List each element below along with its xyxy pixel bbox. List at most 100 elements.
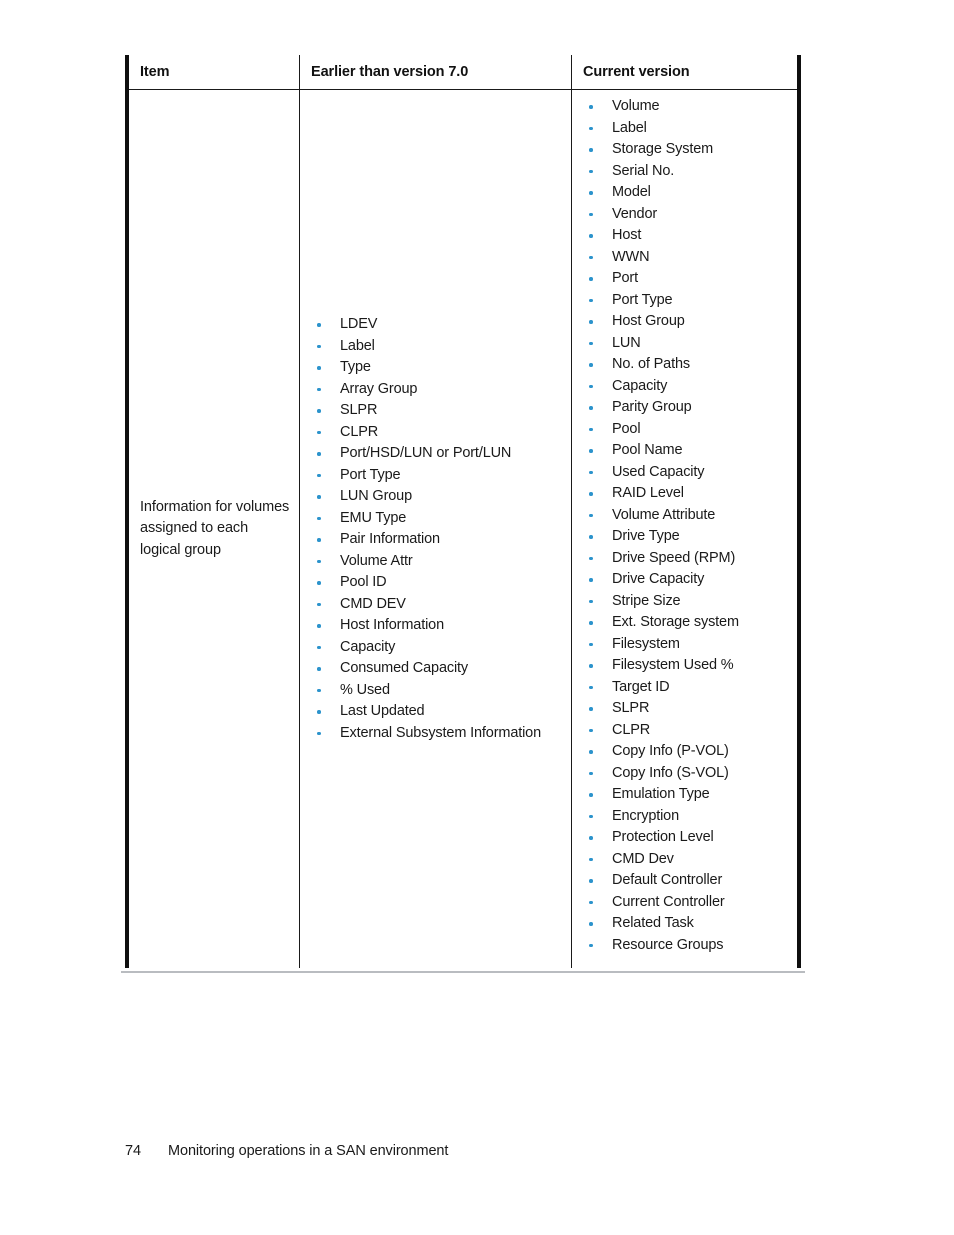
list-item: Host Group [583,311,789,333]
list-item: Port Type [311,465,563,487]
list-item: Drive Type [583,526,789,548]
list-item: SLPR [583,698,789,720]
current-item-label: Host [612,227,642,243]
earlier-item-label: Label [340,337,375,354]
current-item-label: Storage System [612,141,714,157]
table-cell-current-version-list: Volume Label Storage System Serial No. Model… [571,90,797,968]
current-item-label: Pool [612,420,641,437]
bullet-icon [589,341,593,345]
list-item: Related Task [583,913,789,935]
bullet-icon [317,452,321,456]
list-item: LDEV [311,314,563,336]
current-item-label: Copy Info (P-VOL) [612,743,729,759]
bullet-icon [317,430,321,434]
earlier-item-label: CMD DEV [340,595,406,612]
list-item: Host Information [311,615,563,637]
current-item-label: SLPR [612,700,650,716]
current-item-label: Filesystem Used % [612,657,734,673]
earlier-version-bullet-list: LDEV Label Type Array Group SLPR CLPR Port/HSD… [311,314,563,744]
column-header-current-version: Current version [583,64,690,80]
list-item: Type [311,357,563,379]
bullet-icon [317,344,321,348]
current-item-label: Serial No. [612,162,675,179]
list-item: Ext. Storage system [583,612,789,634]
list-item: Vendor [583,204,789,226]
earlier-item-label: Consumed Capacity [340,660,469,676]
list-item: Label [311,336,563,358]
list-item: Drive Capacity [583,569,789,591]
current-item-label: Stripe Size [612,592,681,609]
bullet-icon [317,473,321,477]
list-item: WWN [583,247,789,269]
list-item: Model [583,182,789,204]
bullet-icon [589,922,593,926]
earlier-item-label: Host Information [340,617,444,633]
list-item: CLPR [583,720,789,742]
list-item: Copy Info (S-VOL) [583,763,789,785]
list-item: Consumed Capacity [311,658,563,680]
column-header-earlier-version: Earlier than version 7.0 [311,64,469,80]
current-item-label: Target ID [612,678,670,695]
earlier-item-label: LUN Group [340,488,412,504]
list-item: Used Capacity [583,462,789,484]
list-item: Parity Group [583,397,789,419]
bullet-icon [317,667,321,671]
bullet-icon [589,836,593,840]
list-item: Volume Attr [311,551,563,573]
earlier-item-label: External Subsystem Information [340,724,542,741]
bullet-icon [317,538,321,542]
earlier-item-label: CLPR [340,423,379,440]
current-item-label: Used Capacity [612,463,705,480]
bullet-icon [589,707,593,711]
current-item-label: Protection Level [612,829,714,845]
bullet-icon [317,624,321,628]
bullet-icon [589,664,593,668]
list-item: CMD Dev [583,849,789,871]
list-item: LUN Group [311,486,563,508]
list-item: Drive Speed (RPM) [583,548,789,570]
list-item: Volume Attribute [583,505,789,527]
list-item: Label [583,118,789,140]
table-header-cell-item: Item [129,55,299,89]
current-item-label: RAID Level [612,485,684,501]
current-item-label: Drive Type [612,528,680,544]
list-item: RAID Level [583,483,789,505]
bullet-icon [317,602,321,606]
list-item: Host [583,225,789,247]
earlier-item-label: Port/HSD/LUN or Port/LUN [340,445,512,461]
bullet-icon [589,148,593,152]
current-item-label: Label [612,119,647,136]
bullet-icon [589,320,593,324]
bullet-icon [589,492,593,496]
list-item: Current Controller [583,892,789,914]
bullet-icon [589,771,593,775]
bullet-icon [589,234,593,238]
bullet-icon [589,277,593,281]
list-item: Encryption [583,806,789,828]
list-item: Resource Groups [583,935,789,957]
current-item-label: Drive Speed (RPM) [612,549,736,566]
earlier-item-label: Volume Attr [340,552,413,569]
earlier-item-label: Pool ID [340,574,387,590]
bullet-icon [589,578,593,582]
bullet-icon [589,169,593,173]
current-item-label: CMD Dev [612,850,674,867]
earlier-item-label: % Used [340,681,390,698]
table-header-row: Item Earlier than version 7.0 Current ve… [129,55,797,90]
bullet-icon [317,495,321,499]
earlier-item-label: SLPR [340,402,378,418]
current-item-label: Vendor [612,205,658,222]
list-item: SLPR [311,400,563,422]
list-item: EMU Type [311,508,563,530]
bullet-icon [317,409,321,413]
bullet-icon [589,126,593,130]
current-item-label: Emulation Type [612,786,710,802]
current-item-label: Port [612,270,638,286]
bullet-icon [589,943,593,947]
bullet-icon [589,857,593,861]
bullet-icon [589,427,593,431]
bullet-icon [317,688,321,692]
current-item-label: Drive Capacity [612,571,705,587]
current-item-label: Port Type [612,291,673,308]
list-item: External Subsystem Information [311,723,563,745]
